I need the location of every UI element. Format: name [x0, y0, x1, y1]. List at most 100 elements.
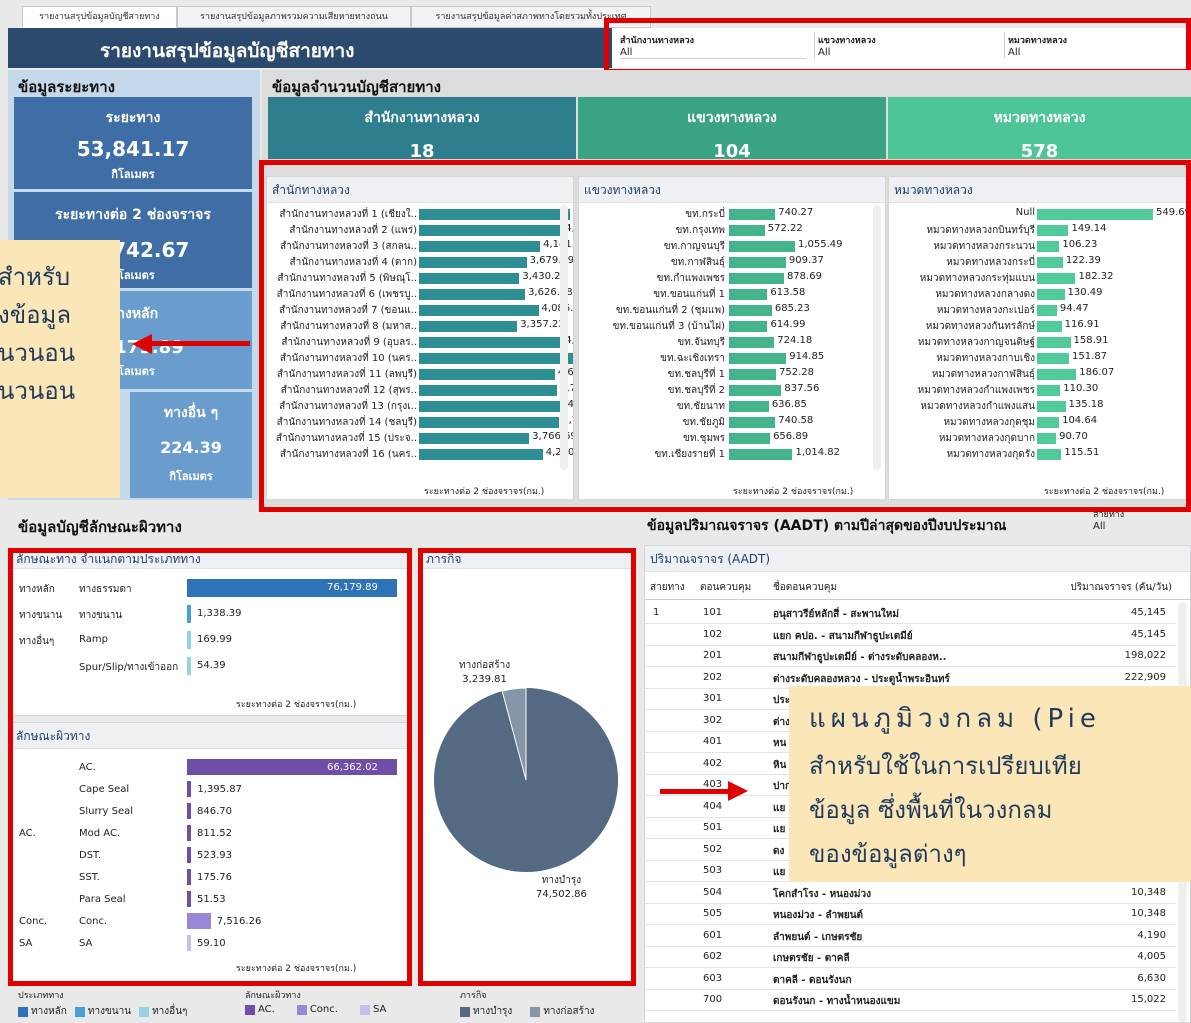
table-row[interactable]: 601 ลำพยนต์ - เกษตรชัย 4,190	[645, 925, 1176, 947]
bar-row[interactable]: ขท.เชียงรายที่ 1 1,014.82	[579, 447, 885, 462]
bar[interactable]	[1037, 321, 1062, 332]
bar-row[interactable]: สำนักงานทางหลวงที่ 5 (พิษณุโ.. 3,430.27	[267, 271, 573, 286]
bar[interactable]	[1037, 209, 1153, 220]
bar-row[interactable]: หมวดทางหลวงกำแพงเพชร 110.30	[889, 383, 1190, 398]
col-aadt[interactable]: ปริมาณจราจร (คัน/วัน)	[1070, 580, 1172, 595]
bar[interactable]	[419, 225, 563, 236]
bar-row[interactable]: หมวดทางหลวงกาญจนดิษฐ์ 158.91	[889, 335, 1190, 350]
legend-item[interactable]: SA	[359, 1004, 386, 1015]
bar-row[interactable]: Null 549.69	[889, 207, 1190, 222]
bar-row[interactable]: ขท.ชัยภูมิ 740.58	[579, 415, 885, 430]
legend-item[interactable]: ทางขนาน	[74, 1004, 131, 1019]
bar[interactable]	[729, 401, 769, 412]
filter-unit[interactable]: หมวดทางหลวง All	[1004, 33, 1190, 58]
table-row[interactable]: 505 หนองม่วง - ลำพยนต์ 10,348	[645, 903, 1176, 925]
bar[interactable]	[729, 305, 772, 316]
bar[interactable]	[1037, 225, 1069, 236]
bar-row[interactable]: หมวดทางหลวงกะเปอร์ 94.47	[889, 303, 1190, 318]
bar-row[interactable]: หมวดทางหลวงกุดรัง 115.51	[889, 447, 1190, 462]
bar[interactable]	[1037, 257, 1063, 268]
bar[interactable]	[729, 337, 775, 348]
bar-row[interactable]: หมวดทางหลวงกำแพงแสน 135.18	[889, 399, 1190, 414]
bar-row[interactable]: สำนักงานทางหลวงที่ 9 (อุบลร..4,895.54	[267, 335, 573, 350]
table-row[interactable]: 201 สนามกีฬาธูปะเตมีย์ - ต่างระดับคลองห..…	[645, 645, 1176, 667]
table-row[interactable]: 602 เกษตรชัย - ตาคลี 4,005	[645, 946, 1176, 968]
bar[interactable]	[1037, 289, 1065, 300]
bar[interactable]	[187, 803, 191, 819]
bar-row[interactable]: สำนักงานทางหลวงที่ 14 (ชลบุรี)4,796.49	[267, 415, 573, 430]
bar[interactable]	[1037, 417, 1060, 428]
bar-row[interactable]: สำนักงานทางหลวงที่ 12 (สุพร..4,723.52	[267, 383, 573, 398]
bar[interactable]	[419, 321, 518, 332]
bar-row[interactable]: ขท.ขอนแก่นที่ 3 (บ้านไผ่) 614.99	[579, 319, 885, 334]
bar[interactable]	[419, 289, 526, 300]
table-row[interactable]: 603 ตาคลี - ดอนรังนก 6,630	[645, 968, 1176, 990]
bar[interactable]	[419, 401, 565, 412]
bar[interactable]	[1037, 353, 1070, 364]
bar[interactable]	[1037, 241, 1060, 252]
bar[interactable]	[419, 385, 558, 396]
bar-row[interactable]: สำนักงานทางหลวงที่ 6 (เพชรบู.. 3,626.48	[267, 287, 573, 302]
bar[interactable]	[1037, 369, 1077, 380]
bar[interactable]	[187, 913, 211, 929]
bar[interactable]	[729, 385, 782, 396]
bar-row[interactable]: สำนักงานทางหลวงที่ 10 (นคร..6,495.54	[267, 351, 573, 366]
bar-row[interactable]: ขท.กำแพงเพชร 878.69	[579, 271, 885, 286]
bar[interactable]	[1037, 273, 1076, 284]
bar-row[interactable]: หมวดทางหลวงกระทุ่มแบน 182.32	[889, 271, 1190, 286]
bar-row[interactable]: ขท.กาญจนบุรี 1,055.49	[579, 239, 885, 254]
filter-district[interactable]: แขวงทางหลวง All	[814, 33, 1000, 58]
bar[interactable]	[419, 209, 570, 220]
bar[interactable]	[187, 781, 192, 797]
bar[interactable]	[729, 433, 771, 444]
table-row[interactable]: 504 โคกสำโรง - หนองม่วง 10,348	[645, 882, 1176, 904]
filter-office[interactable]: สำนักงานทางหลวง All	[620, 33, 806, 59]
col-control[interactable]: ตอนควบคุม	[700, 580, 751, 595]
bar-row[interactable]: หมวดทางหลวงกันทรลักษ์ 116.91	[889, 319, 1190, 334]
bar[interactable]	[729, 353, 787, 364]
bar-row[interactable]: ขท.ชัยนาท 636.85	[579, 399, 885, 414]
bar-row[interactable]: สำนักงานทางหลวงที่ 7 (ขอนแ.. 4,086.84	[267, 303, 573, 318]
bar-row[interactable]: หมวดทางหลวงกาฬสินธุ์ 186.07	[889, 367, 1190, 382]
bar-row[interactable]: สำนักงานทางหลวงที่ 2 (แพร่)4,897.33	[267, 223, 573, 238]
bar-row[interactable]: หมวดทางหลวงกุดบาก 90.70	[889, 431, 1190, 446]
legend-item[interactable]: ทางก่อสร้าง	[530, 1004, 594, 1019]
bar[interactable]	[1037, 449, 1062, 460]
bar[interactable]	[419, 241, 541, 252]
route-filter[interactable]: สายทาง All	[1093, 507, 1191, 532]
bar[interactable]	[187, 605, 191, 623]
legend-item[interactable]: ทางบำรุง	[460, 1004, 512, 1019]
bar-row[interactable]: สำนักงานทางหลวงที่ 1 (เชียงใ.. 5,146.39	[267, 207, 573, 222]
bar[interactable]	[729, 273, 784, 284]
bar-row[interactable]: ขท.กระบี่ 740.27	[579, 207, 885, 222]
bar-row[interactable]: สำนักงานทางหลวงที่ 8 (มหาส.. 3,357.22	[267, 319, 573, 334]
bar-row[interactable]: ขท.จันทบุรี 724.18	[579, 335, 885, 350]
legend-item[interactable]: AC.	[245, 1004, 275, 1015]
bar-row[interactable]: สำนักงานทางหลวงที่ 4 (ตาก) 3,679.59	[267, 255, 573, 270]
bar[interactable]	[187, 847, 191, 863]
bar-row[interactable]: สำนักงานทางหลวงที่ 13 (กรุงเ.. 4,977.24	[267, 399, 573, 414]
bar-row[interactable]: ขท.ฉะเชิงเทรา 914.85	[579, 351, 885, 366]
bar-row[interactable]: หมวดทางหลวงกาบเชิง 151.87	[889, 351, 1190, 366]
bar[interactable]	[1037, 433, 1057, 444]
bar[interactable]	[187, 891, 191, 907]
bar-row[interactable]: สำนักงานทางหลวงที่ 15 (ประจ.. 3,766.69	[267, 431, 573, 446]
bar[interactable]	[419, 433, 530, 444]
table-row[interactable]: 102 แยก คปอ. - สนามกีฬาธูปะเตมีย์ 45,145	[645, 624, 1176, 646]
bar-row[interactable]: หมวดทางหลวงกบินทร์บุรี 149.14	[889, 223, 1190, 238]
bar[interactable]	[1037, 401, 1066, 412]
bar[interactable]	[1037, 385, 1061, 396]
bar[interactable]	[187, 935, 191, 951]
tab-road-damage[interactable]: รายงานสรุปข้อมูลภาพรวมความเสียหายทางถนน	[177, 6, 411, 28]
legend-item[interactable]: Conc.	[296, 1004, 338, 1015]
bar[interactable]	[729, 321, 768, 332]
legend-item[interactable]: ทางหลัก	[18, 1004, 67, 1019]
bar-row[interactable]: ขท.ชุมพร 656.89	[579, 431, 885, 446]
bar[interactable]	[419, 369, 555, 380]
bar[interactable]	[419, 305, 539, 316]
bar-row[interactable]: หมวดทางหลวงกุดชุม 104.64	[889, 415, 1190, 430]
bar[interactable]	[187, 657, 191, 675]
bar-row[interactable]: ขท.กรุงเทพ 572.22	[579, 223, 885, 238]
bar[interactable]	[419, 353, 573, 364]
bar[interactable]	[729, 417, 776, 428]
